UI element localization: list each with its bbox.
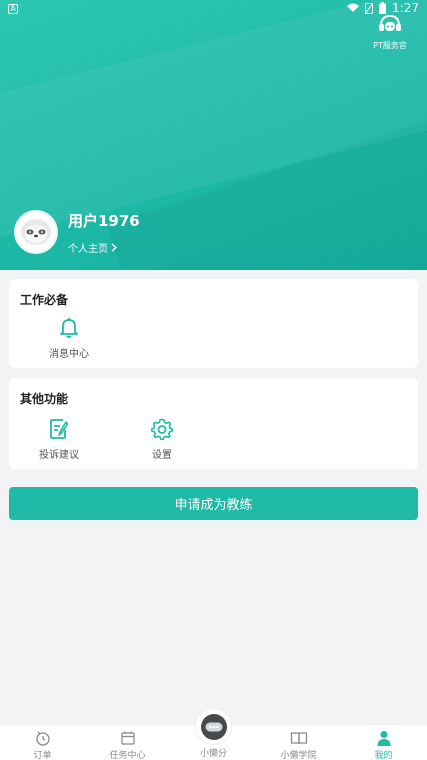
feedback-label: 投诉建议 — [39, 450, 79, 461]
other-functions-card: 其他功能 投诉建议 设置 — [9, 378, 418, 469]
work-essentials-title: 工作必备 — [20, 293, 69, 307]
tab-orders-label: 订单 — [33, 751, 52, 760]
work-essentials-card: 工作必备 消息中心 — [9, 279, 418, 368]
tab-task-center[interactable]: 任务中心 — [85, 725, 170, 760]
tab-xiaolan-points[interactable] — [195, 708, 232, 745]
wifi-icon — [347, 3, 360, 12]
tab-xiaolan-points-label: 小懒分 — [199, 749, 227, 759]
message-center-button[interactable]: 消息中心 — [34, 317, 104, 360]
tab-mine[interactable]: 我的 — [341, 725, 426, 760]
username: 用户1976 — [68, 212, 140, 230]
apply-coach-button[interactable]: 申请成为教练 — [9, 487, 418, 520]
other-functions-title: 其他功能 — [20, 392, 69, 406]
chevron-right-icon — [111, 243, 117, 252]
book-icon — [290, 732, 307, 745]
gear-icon — [151, 418, 173, 440]
tab-academy-label: 小懒学院 — [280, 751, 317, 760]
profile-header: A 1:27 PT服务官 用户1976 个人主页 — [0, 0, 427, 270]
customer-service-label: PT服务官 — [373, 41, 407, 50]
notification-icon: A — [8, 4, 18, 14]
status-bar: A 1:27 — [0, 0, 427, 18]
no-sim-icon — [365, 2, 374, 14]
status-time: 1:27 — [392, 1, 419, 15]
sloth-avatar-icon — [21, 219, 51, 245]
calendar-icon — [120, 731, 135, 745]
customer-service-button[interactable]: PT服务官 — [365, 14, 415, 50]
clock-icon — [35, 731, 50, 746]
settings-button[interactable]: 设置 — [127, 418, 197, 461]
person-icon — [377, 731, 390, 746]
tab-orders[interactable]: 订单 — [0, 725, 85, 760]
robot-icon — [200, 713, 227, 740]
feedback-button[interactable]: 投诉建议 — [24, 418, 94, 461]
settings-label: 设置 — [152, 450, 172, 461]
avatar[interactable] — [14, 210, 58, 254]
personal-homepage-link[interactable]: 个人主页 — [68, 240, 117, 255]
battery-icon — [379, 2, 387, 14]
tab-academy[interactable]: 小懒学院 — [256, 725, 341, 760]
tab-mine-label: 我的 — [374, 751, 393, 760]
tab-task-center-label: 任务中心 — [109, 751, 146, 760]
feedback-icon — [50, 419, 69, 439]
headset-icon — [379, 14, 401, 31]
personal-homepage-label: 个人主页 — [68, 244, 108, 255]
bell-icon — [60, 318, 78, 338]
message-center-label: 消息中心 — [49, 349, 89, 360]
